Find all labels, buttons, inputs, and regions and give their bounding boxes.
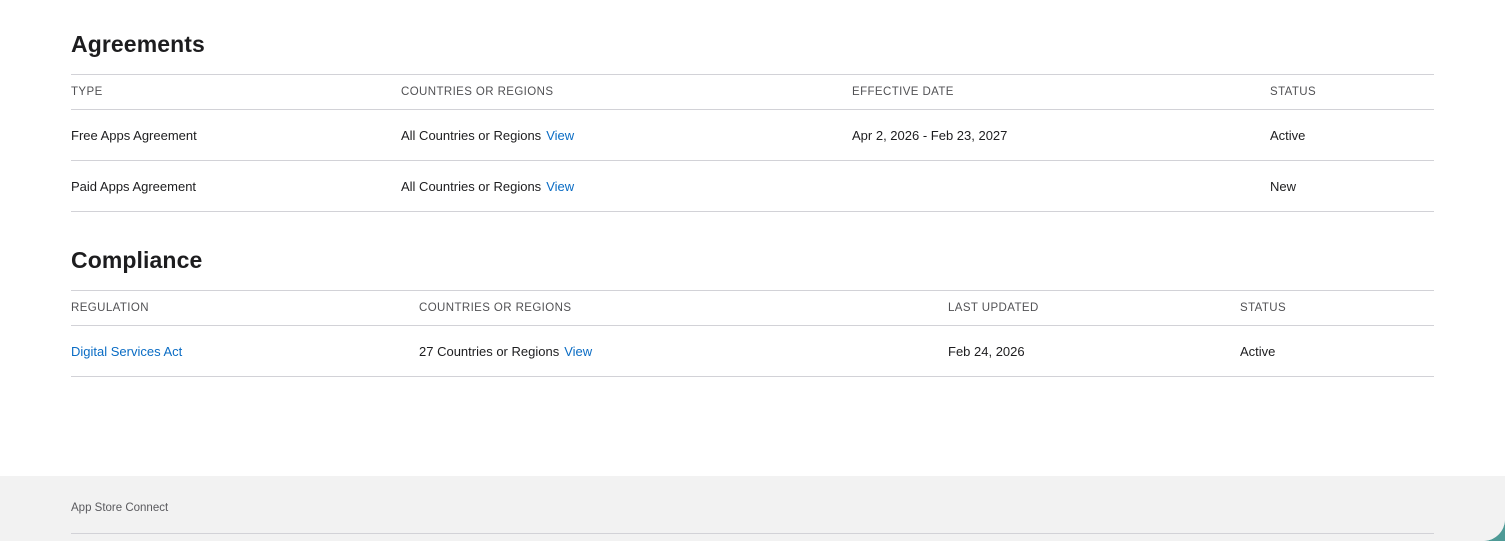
agreement-countries: All Countries or Regions <box>401 178 542 194</box>
view-countries-link[interactable]: View <box>564 344 592 359</box>
table-row: Digital Services Act 27 Countries or Reg… <box>71 326 1434 377</box>
regulation-countries-cell: 27 Countries or Regions View <box>419 326 592 376</box>
compliance-table: REGULATION COUNTRIES OR REGIONS LAST UPD… <box>71 290 1434 377</box>
agreement-status: New <box>1270 178 1297 194</box>
agreement-effective-date: Apr 2, 2026 - Feb 23, 2027 <box>852 127 1008 143</box>
column-header-regulation: REGULATION <box>71 302 149 314</box>
column-header-countries: COUNTRIES OR REGIONS <box>401 86 554 98</box>
column-header-type: TYPE <box>71 86 103 98</box>
agreements-title: Agreements <box>71 31 205 57</box>
view-countries-link[interactable]: View <box>546 179 574 194</box>
app-window: Agreements TYPE COUNTRIES OR REGIONS EFF… <box>0 0 1505 541</box>
view-countries-link[interactable]: View <box>546 128 574 143</box>
regulation-countries: 27 Countries or Regions <box>419 343 560 359</box>
column-header-effective-date: EFFECTIVE DATE <box>852 86 954 98</box>
agreement-countries: All Countries or Regions <box>401 127 542 143</box>
column-header-countries: COUNTRIES OR REGIONS <box>419 302 572 314</box>
page-footer: App Store Connect <box>0 476 1505 541</box>
agreement-type: Paid Apps Agreement <box>71 178 197 194</box>
agreement-countries-cell: All Countries or Regions View <box>401 110 574 160</box>
regulation-link[interactable]: Digital Services Act <box>71 344 182 359</box>
agreement-type: Free Apps Agreement <box>71 127 197 143</box>
column-header-status: STATUS <box>1270 86 1317 98</box>
agreement-countries-cell: All Countries or Regions View <box>401 161 574 211</box>
agreements-table-header: TYPE COUNTRIES OR REGIONS EFFECTIVE DATE… <box>71 75 1434 110</box>
footer-divider <box>71 533 1434 534</box>
compliance-title: Compliance <box>71 247 203 273</box>
compliance-table-header: REGULATION COUNTRIES OR REGIONS LAST UPD… <box>71 291 1434 326</box>
column-header-last-updated: LAST UPDATED <box>948 302 1039 314</box>
agreement-status: Active <box>1270 127 1306 143</box>
table-row: Free Apps Agreement All Countries or Reg… <box>71 110 1434 161</box>
table-row: Paid Apps Agreement All Countries or Reg… <box>71 161 1434 212</box>
agreements-table: TYPE COUNTRIES OR REGIONS EFFECTIVE DATE… <box>71 74 1434 212</box>
regulation-cell: Digital Services Act <box>71 326 182 376</box>
regulation-status: Active <box>1240 343 1276 359</box>
regulation-last-updated: Feb 24, 2026 <box>948 343 1025 359</box>
column-header-status: STATUS <box>1240 302 1287 314</box>
footer-app-name: App Store Connect <box>71 502 169 514</box>
